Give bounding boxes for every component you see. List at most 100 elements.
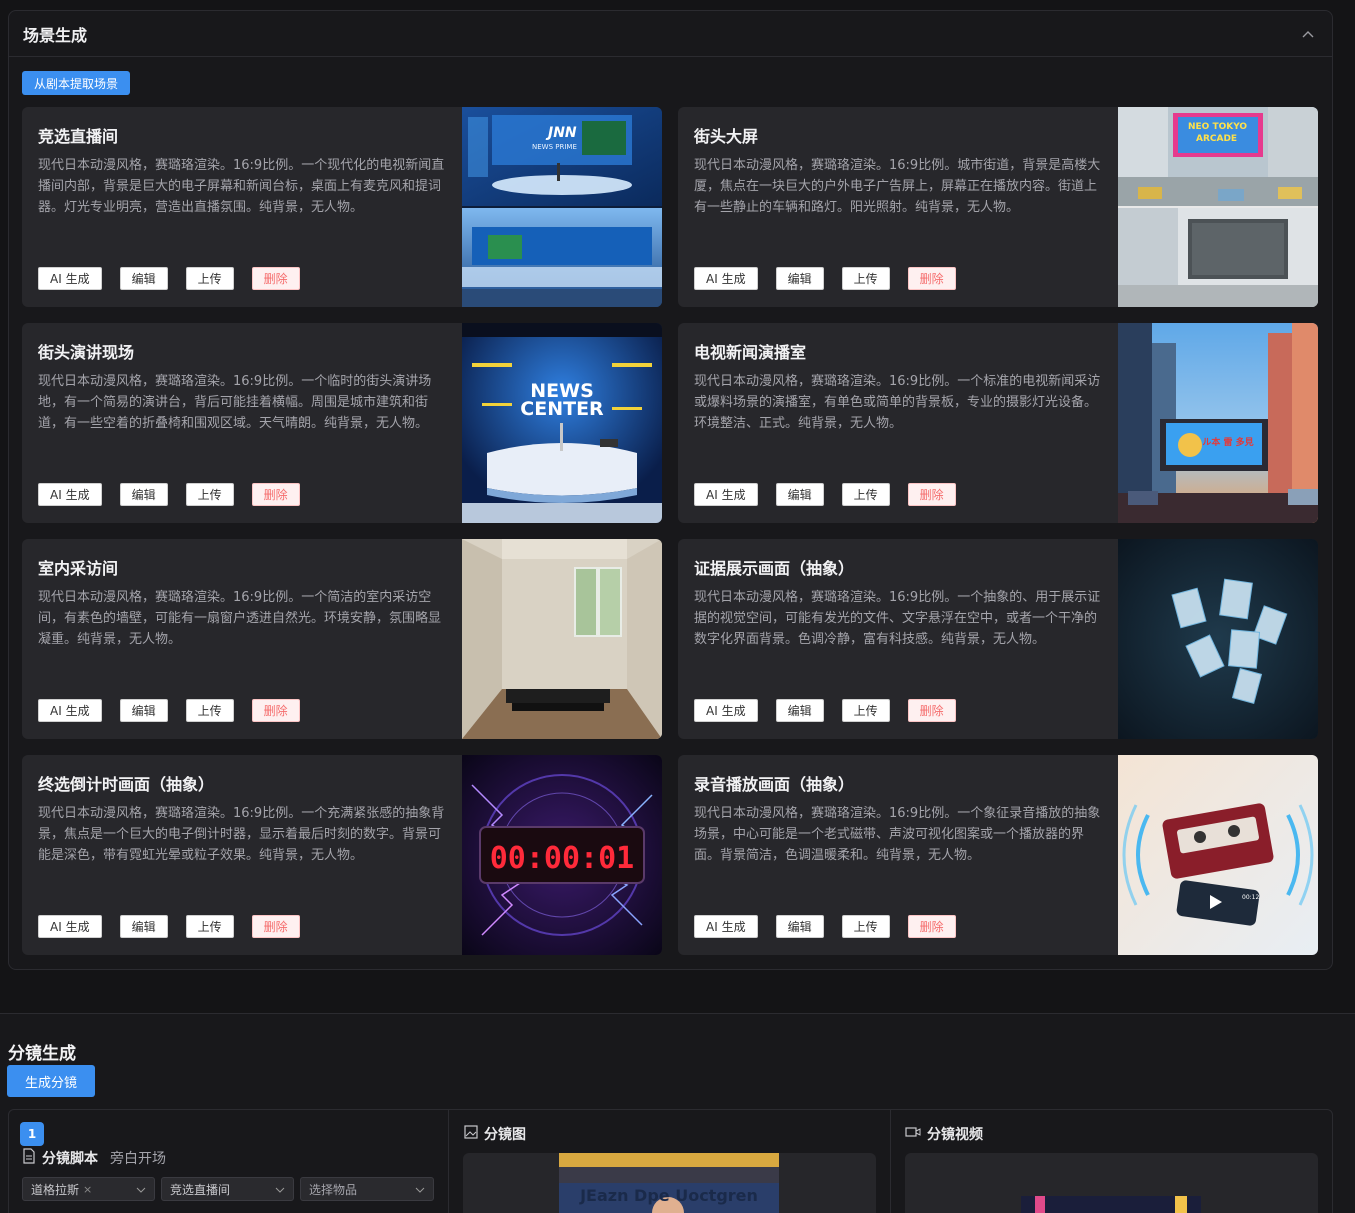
storyboard-video-header: 分镜视频 bbox=[905, 1124, 983, 1144]
storyboard-number-badge: 1 bbox=[20, 1122, 44, 1146]
scene-panel-header: 场景生成 bbox=[9, 11, 1332, 57]
prop-select[interactable]: 选择物品 bbox=[300, 1177, 434, 1201]
video-icon bbox=[905, 1126, 921, 1142]
scene-card-title: 街头大屏 bbox=[694, 127, 759, 146]
thumb-text-neo-tokyo: NEO TOKYO bbox=[1188, 122, 1247, 132]
delete-button[interactable]: 删除 bbox=[907, 699, 956, 722]
chevron-up-icon[interactable] bbox=[1298, 24, 1318, 44]
thumb-text-jnn: JNN bbox=[545, 125, 577, 141]
edit-button[interactable]: 编辑 bbox=[775, 699, 824, 722]
delete-button[interactable]: 删除 bbox=[907, 483, 956, 506]
chevron-down-icon bbox=[275, 1182, 285, 1196]
thumb-text-countdown: 00:00:01 bbox=[490, 841, 635, 876]
thumb-text-ad: ル本 雷 多見 bbox=[1202, 436, 1253, 448]
scene-card-description: 现代日本动漫风格，赛璐珞渲染。16:9比例。一个临时的街头演讲场地，有一个简易的… bbox=[38, 374, 432, 431]
edit-button[interactable]: 编辑 bbox=[775, 483, 824, 506]
character-select-value: 道格拉斯 bbox=[31, 1182, 80, 1197]
scene-card: 电视新闻演播室 现代日本动漫风格，赛璐珞渲染。16:9比例。一个标准的电视新闻采… bbox=[678, 323, 1318, 523]
delete-button[interactable]: 删除 bbox=[251, 915, 300, 938]
edit-button[interactable]: 编辑 bbox=[119, 915, 168, 938]
delete-button[interactable]: 删除 bbox=[251, 483, 300, 506]
prop-select-placeholder: 选择物品 bbox=[309, 1182, 358, 1197]
scene-card-title: 街头演讲现场 bbox=[38, 343, 135, 362]
edit-button[interactable]: 编辑 bbox=[775, 267, 824, 290]
ai-generate-button[interactable]: AI 生成 bbox=[38, 699, 102, 722]
upload-button[interactable]: 上传 bbox=[841, 915, 890, 938]
storyboard-script-header: 分镜脚本 旁白开场 bbox=[22, 1148, 166, 1168]
scene-card: 录音播放画面（抽象） 现代日本动漫风格，赛璐珞渲染。16:9比例。一个象征录音播… bbox=[678, 755, 1318, 955]
ai-generate-button[interactable]: AI 生成 bbox=[38, 915, 102, 938]
edit-button[interactable]: 编辑 bbox=[119, 267, 168, 290]
storyboard-image-header: 分镜图 bbox=[464, 1124, 526, 1144]
storyboard-video-box[interactable] bbox=[905, 1153, 1318, 1213]
scene-card-title: 录音播放画面（抽象） bbox=[694, 775, 855, 794]
upload-button[interactable]: 上传 bbox=[185, 267, 234, 290]
script-subtitle: 旁白开场 bbox=[110, 1151, 166, 1167]
scene-select-value: 竞选直播间 bbox=[170, 1182, 231, 1197]
scene-thumbnail[interactable]: NEWS CENTER bbox=[462, 323, 662, 523]
scene-thumbnail[interactable]: ル本 雷 多見 bbox=[1118, 323, 1318, 523]
scene-thumbnail[interactable]: JNN NEWS PRIME bbox=[462, 107, 662, 307]
storyboard-section-title: 分镜生成 bbox=[8, 1044, 76, 1064]
clear-tag-icon[interactable]: × bbox=[83, 1183, 92, 1196]
scene-card: 竞选直播间 现代日本动漫风格，赛璐珞渲染。16:9比例。一个现代化的电视新闻直播… bbox=[22, 107, 662, 307]
scene-card-description: 现代日本动漫风格，赛璐珞渲染。16:9比例。一个象征录音播放的抽象场景，中心可能… bbox=[694, 806, 1101, 863]
upload-button[interactable]: 上传 bbox=[185, 699, 234, 722]
upload-button[interactable]: 上传 bbox=[185, 915, 234, 938]
scene-thumbnail[interactable]: 00:00:01 bbox=[462, 755, 662, 955]
thumb-text-time: 00:12 bbox=[1242, 894, 1259, 901]
document-icon bbox=[22, 1148, 36, 1168]
scene-select[interactable]: 竞选直播间 bbox=[161, 1177, 294, 1201]
scene-thumbnail[interactable] bbox=[462, 539, 662, 739]
column-divider bbox=[448, 1110, 449, 1213]
delete-button[interactable]: 删除 bbox=[907, 915, 956, 938]
scene-card: 街头演讲现场 现代日本动漫风格，赛璐珞渲染。16:9比例。一个临时的街头演讲场地… bbox=[22, 323, 662, 523]
thumb-text-news-prime: NEWS PRIME bbox=[532, 143, 577, 151]
scene-card-title: 竞选直播间 bbox=[38, 127, 119, 146]
ai-generate-button[interactable]: AI 生成 bbox=[694, 483, 758, 506]
delete-button[interactable]: 删除 bbox=[907, 267, 956, 290]
scene-card-description: 现代日本动漫风格，赛璐珞渲染。16:9比例。城市街道，背景是高楼大厦，焦点在一块… bbox=[694, 158, 1101, 215]
edit-button[interactable]: 编辑 bbox=[119, 699, 168, 722]
scene-card-title: 室内采访间 bbox=[38, 559, 119, 578]
generate-storyboard-button[interactable]: 生成分镜 bbox=[7, 1065, 95, 1097]
extract-scenes-button[interactable]: 从剧本提取场景 bbox=[22, 71, 130, 95]
frame-image-text: JEazn Dpe Uoctgren bbox=[579, 1186, 758, 1205]
delete-button[interactable]: 删除 bbox=[251, 699, 300, 722]
ai-generate-button[interactable]: AI 生成 bbox=[694, 267, 758, 290]
scene-card-description: 现代日本动漫风格，赛璐珞渲染。16:9比例。一个现代化的电视新闻直播间内部，背景… bbox=[38, 158, 445, 215]
scene-card: 街头大屏 现代日本动漫风格，赛璐珞渲染。16:9比例。城市街道，背景是高楼大厦，… bbox=[678, 107, 1318, 307]
scene-thumbnail[interactable]: NEO TOKYO ARCADE bbox=[1118, 107, 1318, 307]
edit-button[interactable]: 编辑 bbox=[775, 915, 824, 938]
upload-button[interactable]: 上传 bbox=[841, 267, 890, 290]
ai-generate-button[interactable]: AI 生成 bbox=[694, 699, 758, 722]
upload-button[interactable]: 上传 bbox=[841, 699, 890, 722]
character-select[interactable]: 道格拉斯 × bbox=[22, 1177, 155, 1201]
chevron-down-icon bbox=[136, 1182, 146, 1196]
script-label: 分镜脚本 bbox=[42, 1151, 98, 1167]
video-label: 分镜视频 bbox=[927, 1127, 983, 1143]
scene-card-title: 终选倒计时画面（抽象） bbox=[38, 775, 215, 794]
upload-button[interactable]: 上传 bbox=[841, 483, 890, 506]
scene-card-description: 现代日本动漫风格，赛璐珞渲染。16:9比例。一个标准的电视新闻采访或爆料场景的演… bbox=[694, 374, 1101, 431]
upload-button[interactable]: 上传 bbox=[185, 483, 234, 506]
scene-card: 室内采访间 现代日本动漫风格，赛璐珞渲染。16:9比例。一个简洁的室内采访空间，… bbox=[22, 539, 662, 739]
ai-generate-button[interactable]: AI 生成 bbox=[38, 267, 102, 290]
scene-card: 终选倒计时画面（抽象） 现代日本动漫风格，赛璐珞渲染。16:9比例。一个充满紧张… bbox=[22, 755, 662, 955]
scene-card-description: 现代日本动漫风格，赛璐珞渲染。16:9比例。一个抽象的、用于展示证据的视觉空间，… bbox=[694, 590, 1101, 647]
scene-panel-title: 场景生成 bbox=[23, 25, 88, 45]
thumb-text-center: CENTER bbox=[520, 398, 604, 420]
scene-card-description: 现代日本动漫风格，赛璐珞渲染。16:9比例。一个充满紧张感的抽象背景，焦点是一个… bbox=[38, 806, 445, 863]
delete-button[interactable]: 删除 bbox=[251, 267, 300, 290]
ai-generate-button[interactable]: AI 生成 bbox=[38, 483, 102, 506]
edit-button[interactable]: 编辑 bbox=[119, 483, 168, 506]
image-label: 分镜图 bbox=[484, 1127, 526, 1143]
image-icon bbox=[464, 1125, 478, 1143]
ai-generate-button[interactable]: AI 生成 bbox=[694, 915, 758, 938]
scene-card-title: 电视新闻演播室 bbox=[694, 343, 807, 362]
storyboard-image-box[interactable]: JEazn Dpe Uoctgren bbox=[463, 1153, 876, 1213]
scene-thumbnail[interactable]: 00:12 bbox=[1118, 755, 1318, 955]
column-divider bbox=[890, 1110, 891, 1213]
scene-card: 证据展示画面（抽象） 现代日本动漫风格，赛璐珞渲染。16:9比例。一个抽象的、用… bbox=[678, 539, 1318, 739]
scene-thumbnail[interactable] bbox=[1118, 539, 1318, 739]
